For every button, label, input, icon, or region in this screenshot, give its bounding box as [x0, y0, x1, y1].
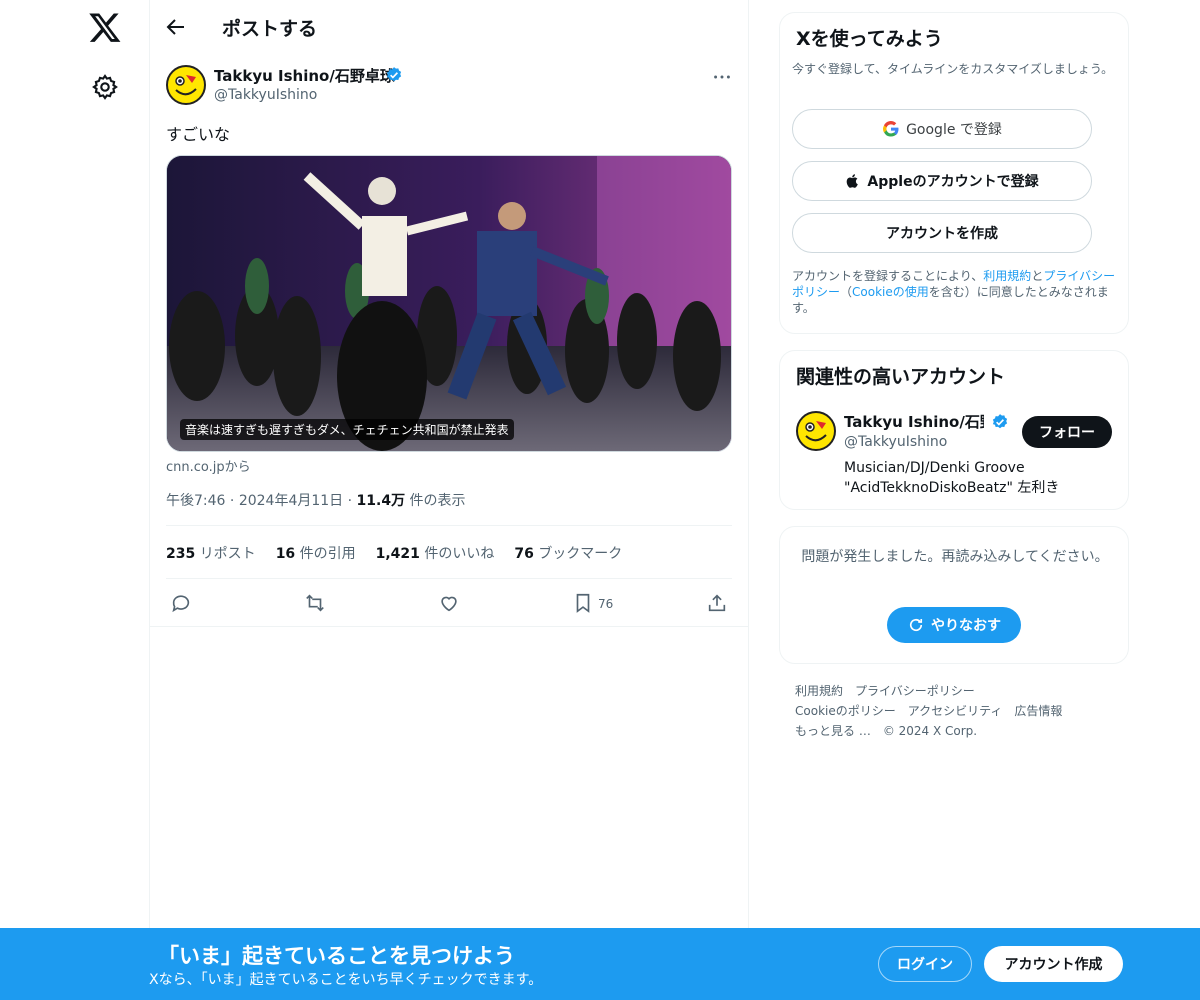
reposts-stat[interactable]: 235 リポスト [166, 543, 256, 563]
terms-text: アカウントを登録することにより、 [792, 269, 984, 283]
meta-dot: · [229, 493, 239, 509]
google-signup-button[interactable]: Google で登録 [792, 109, 1092, 149]
create-account-button[interactable]: アカウントを作成 [792, 213, 1092, 253]
footer-link-privacy[interactable]: プライバシーポリシー [855, 684, 975, 698]
verified-badge-icon [386, 67, 402, 82]
card-image [167, 156, 731, 451]
meta-dot: · [347, 493, 357, 509]
views-label: 件の表示 [409, 493, 466, 509]
card-caption: 音楽は速すぎも遅すぎもダメ、チェチェン共和国が禁止発表 [180, 419, 514, 440]
bottom-bar-title: 「いま」起きていることを見つけよう [158, 944, 515, 968]
apple-icon [847, 174, 859, 188]
author-avatar[interactable] [166, 65, 206, 105]
post-text: すごいな [166, 125, 231, 144]
post-meta: 午後7:46 · 2024年4月11日 · 11.4万 件の表示 [166, 490, 466, 510]
retry-label: やりなおす [931, 618, 1001, 634]
reply-icon[interactable] [170, 592, 192, 614]
post-time[interactable]: 午後7:46 [166, 493, 225, 509]
share-icon[interactable] [706, 592, 728, 614]
terms-of-service-link[interactable]: 利用規約 [983, 269, 1031, 283]
footer-copyright: © 2024 X Corp. [882, 724, 978, 738]
verified-badge-icon [992, 414, 1008, 429]
more-options-icon[interactable] [711, 66, 733, 88]
footer-link-terms[interactable]: 利用規約 [795, 684, 843, 698]
related-account-avatar[interactable] [796, 411, 836, 451]
signup-subtitle: 今すぐ登録して、タイムラインをカスタマイズしましょう。 [792, 62, 1114, 76]
post-date[interactable]: 2024年4月11日 [239, 493, 343, 509]
footer-link-more[interactable]: もっと見る … [795, 724, 871, 738]
settings-gear-icon[interactable] [91, 73, 119, 101]
related-account-name[interactable]: Takkyu Ishino/石野卓球 [844, 411, 984, 432]
create-account-label: アカウントを作成 [886, 226, 998, 242]
divider [149, 626, 749, 627]
divider [166, 578, 732, 579]
related-account-bio: Musician/DJ/Denki Groove "AcidTekknoDisk… [844, 460, 1060, 496]
refresh-icon [909, 618, 923, 632]
related-account-handle[interactable]: @TakkyuIshino [844, 434, 947, 450]
footer-links: 利用規約 プライバシーポリシー Cookieのポリシー アクセシビリティ 広告情報 も… [795, 681, 1125, 741]
back-arrow-icon[interactable] [164, 15, 188, 39]
login-button[interactable]: ログイン [878, 946, 972, 982]
views-count: 11.4万 [356, 493, 406, 509]
repost-icon[interactable] [304, 592, 326, 614]
divider [166, 525, 732, 526]
x-logo-icon[interactable] [88, 10, 122, 44]
follow-button[interactable]: フォロー [1022, 416, 1112, 448]
bookmark-icon[interactable] [572, 592, 594, 614]
author-name[interactable]: Takkyu Ishino/石野卓球 [214, 65, 395, 86]
bookmark-count: 76 [598, 597, 614, 611]
link-card[interactable]: 音楽は速すぎも遅すぎもダメ、チェチェン共和国が禁止発表 [166, 155, 732, 452]
page-title: ポストする [222, 18, 318, 40]
author-handle[interactable]: @TakkyuIshino [214, 87, 317, 103]
google-icon [883, 120, 899, 137]
google-signup-label: Google で登録 [906, 122, 1002, 138]
cookie-use-link[interactable]: Cookieの使用 [852, 285, 929, 299]
card-source[interactable]: cnn.co.jpから [166, 456, 251, 475]
post-stats: 235 リポスト 16 件の引用 1,421 件のいいね 76 ブックマーク [166, 543, 622, 563]
like-heart-icon[interactable] [438, 592, 460, 614]
bottom-signup-button[interactable]: アカウント作成 [984, 946, 1123, 982]
related-accounts-title: 関連性の高いアカウント [796, 366, 1006, 388]
footer-link-cookie[interactable]: Cookieのポリシー [795, 704, 896, 718]
terms-text: （ [840, 285, 853, 299]
bottom-bar-subtitle: Xなら、「いま」起きていることをいち早くチェックできます。 [149, 972, 543, 988]
signup-title: Xを使ってみよう [796, 28, 943, 50]
apple-signup-button[interactable]: Appleのアカウントで登録 [792, 161, 1092, 201]
quotes-stat[interactable]: 16 件の引用 [276, 543, 356, 563]
apple-signup-label: Appleのアカウントで登録 [867, 174, 1039, 190]
terms-text: と [1031, 269, 1044, 283]
retry-button[interactable]: やりなおす [887, 607, 1021, 643]
likes-stat[interactable]: 1,421 件のいいね [376, 543, 495, 563]
bookmarks-stat[interactable]: 76 ブックマーク [514, 543, 622, 563]
footer-link-accessibility[interactable]: アクセシビリティ [908, 704, 1003, 718]
footer-link-ads[interactable]: 広告情報 [1014, 704, 1062, 718]
error-message: 問題が発生しました。再読み込みしてください。 [801, 549, 1109, 565]
signup-terms: アカウントを登録することにより、利用規約とプライバシーポリシー（Cookieの使… [792, 268, 1122, 316]
